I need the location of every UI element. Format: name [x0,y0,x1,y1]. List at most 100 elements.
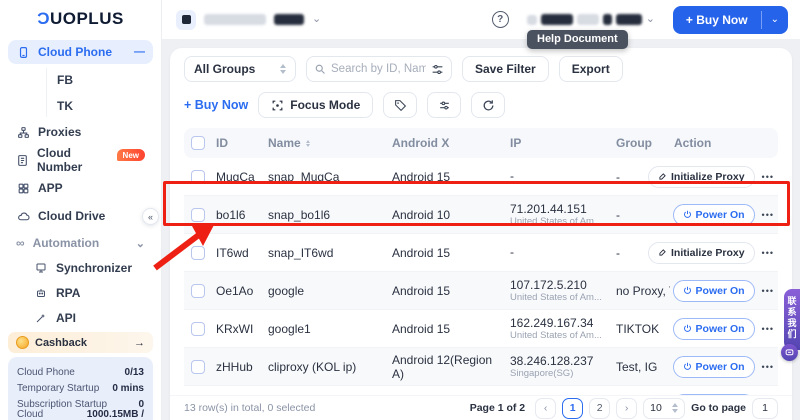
chevron-down-icon: ⌄ [136,237,145,250]
contact-us-tab[interactable]: 联系我们 [784,289,800,350]
goto-page-input[interactable] [752,398,778,419]
collapse-minus-icon[interactable]: — [134,46,145,58]
table-row[interactable]: MugCa snap_MugCa Android 15 - - Initiali… [184,158,778,196]
search-icon [314,63,326,75]
sort-icon[interactable] [306,140,310,147]
sidebar-section-label: Automation [33,236,100,250]
power-on-button[interactable]: Power On [673,280,755,302]
app-grid-icon [16,182,30,195]
page-button-2[interactable]: 2 [589,398,610,419]
sidebar-item-label: RPA [56,286,80,300]
sidebar-collapse-button[interactable]: « [142,208,159,225]
table-row[interactable]: KRxWI google1 Android 15 162.249.167.34U… [184,310,778,348]
table-row[interactable]: zHHub cliproxy (KOL ip) Android 12(Regio… [184,348,778,386]
filter-toolbar: All Groups Save Filter Export [170,48,792,82]
sidebar-item-fb[interactable]: FB [57,68,153,91]
sidebar-item-cashback[interactable]: Cashback → [8,332,153,353]
table-row[interactable]: IT6wd snap_IT6wd Android 15 - - Initiali… [184,234,778,272]
tag-button[interactable] [383,92,417,118]
stat-row: Cloud Drive1000.15MB / 5GB [17,412,144,420]
more-actions-button[interactable]: ••• [762,172,774,182]
group-filter-select[interactable]: All Groups [184,56,296,82]
header-name[interactable]: Name [264,136,388,150]
initialize-proxy-button[interactable]: Initialize Proxy [648,166,755,188]
next-page-button[interactable]: › [616,398,637,419]
power-icon [683,210,692,219]
power-on-button[interactable]: Power On [673,356,755,378]
workspace-icon [176,10,196,30]
redacted-workspace-tag [274,14,304,25]
cell-name: cliproxy (KOL ip) [264,360,388,374]
help-icon[interactable]: ? [492,11,509,28]
group-filter-value: All Groups [194,62,255,76]
cloud-number-icon [16,154,29,167]
search-box[interactable] [306,56,452,82]
row-checkbox[interactable] [191,246,205,260]
page-size-select[interactable]: 10 [643,398,685,419]
cell-id: bo1l6 [212,208,264,222]
row-checkbox[interactable] [191,208,205,222]
top-bar: ⌄ ? ⌄ + Buy Now ⌄ [162,0,800,40]
buy-now-button[interactable]: + Buy Now [673,6,761,34]
sidebar-section-automation[interactable]: ∞ Automation ⌄ [8,232,153,254]
row-checkbox[interactable] [191,322,205,336]
header-id: ID [212,136,264,150]
cell-ip: 38.246.128.237Singapore(SG) [506,355,612,379]
cell-ip: 162.249.167.34United States of Am... [506,317,612,341]
sidebar-item-cloud-drive[interactable]: Cloud Drive [8,204,153,228]
cloud-phone-icon [16,46,30,59]
power-on-button[interactable]: Power On [673,318,755,340]
new-badge: New [117,149,145,161]
coin-icon [16,336,29,349]
power-on-button[interactable]: Power On [673,204,755,226]
table-row[interactable]: Oe1Ao google Android 15 107.172.5.210Uni… [184,272,778,310]
settings-sliders-button[interactable] [427,92,461,118]
more-actions-button[interactable]: ••• [762,362,774,372]
advanced-filter-icon[interactable] [431,63,444,76]
table-row-highlighted[interactable]: bo1l6 snap_bo1l6 Android 10 71.201.44.15… [184,196,778,234]
row-checkbox[interactable] [191,284,205,298]
redacted-account-text [577,14,599,25]
prev-page-button[interactable]: ‹ [535,398,556,419]
cell-ip: - [506,170,612,183]
sidebar-item-proxies[interactable]: Proxies [8,120,153,144]
stat-label: Cloud Phone [17,367,75,378]
buy-now-link[interactable]: + Buy Now [184,98,248,112]
header-android: Android X [388,136,506,150]
search-input[interactable] [331,63,426,75]
synchronizer-icon [34,262,48,274]
api-wand-icon [34,312,48,324]
export-button[interactable]: Export [559,56,623,82]
save-filter-button[interactable]: Save Filter [462,56,549,82]
page-button-1[interactable]: 1 [562,398,583,419]
sidebar-item-app[interactable]: APP [8,176,153,200]
more-actions-button[interactable]: ••• [762,248,774,258]
stat-label: Cloud Drive [17,409,67,420]
initialize-proxy-button[interactable]: Initialize Proxy [648,242,755,264]
workspace-selector[interactable]: ⌄ [176,10,321,30]
wrench-icon [658,248,667,257]
sidebar-item-cloud-number[interactable]: Cloud Number New [8,148,153,172]
sidebar-item-label: Cloud Drive [38,209,105,223]
more-actions-button[interactable]: ••• [762,286,774,296]
stat-value: 0/13 [125,367,144,378]
sidebar-item-tk[interactable]: TK [57,94,153,117]
sidebar-item-rpa[interactable]: RPA [26,282,153,304]
sidebar-item-synchronizer[interactable]: Synchronizer [26,257,153,279]
more-actions-button[interactable]: ••• [762,324,774,334]
refresh-button[interactable] [471,92,505,118]
select-all-checkbox[interactable] [191,136,205,150]
buy-now-split-button[interactable]: + Buy Now ⌄ [673,6,788,34]
duoplus-logo: ƆUOPLUS [0,0,161,38]
cell-name: snap_MugCa [264,170,388,184]
row-checkbox[interactable] [191,170,205,184]
sidebar-item-api[interactable]: API [26,307,153,329]
row-checkbox[interactable] [191,360,205,374]
buy-now-dropdown-caret[interactable]: ⌄ [762,6,788,34]
chat-bubble-icon[interactable] [781,344,798,361]
focus-mode-button[interactable]: Focus Mode [258,92,373,118]
sidebar-item-cloud-phone[interactable]: Cloud Phone — [8,40,153,64]
more-actions-button[interactable]: ••• [762,210,774,220]
account-menu[interactable]: ⌄ [519,7,663,33]
contact-us-widget[interactable]: 联系我们 [781,289,800,361]
